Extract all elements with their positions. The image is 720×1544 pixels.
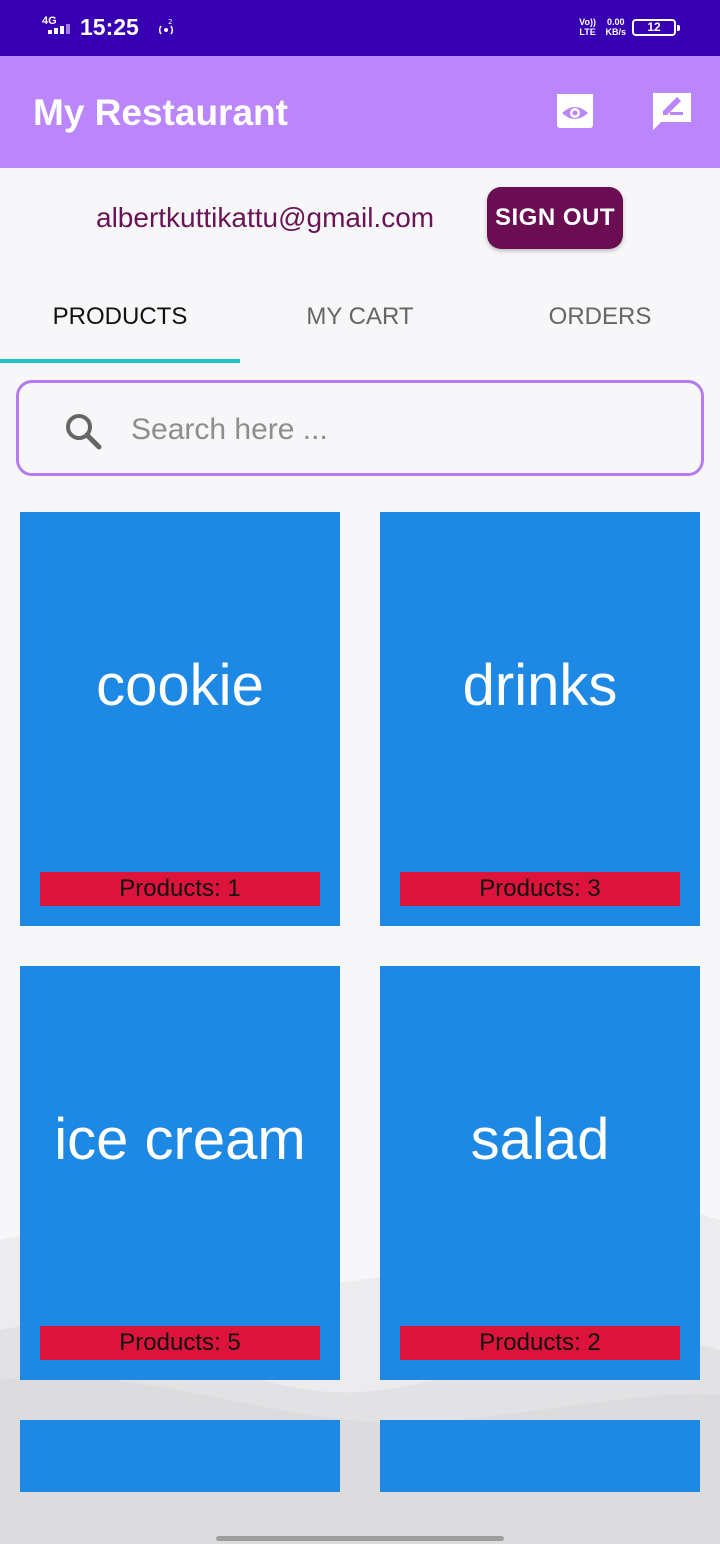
product-count-badge: Products: 2: [400, 1326, 680, 1360]
home-indicator[interactable]: [216, 1536, 504, 1541]
category-name: drinks: [462, 653, 618, 718]
category-card-drinks[interactable]: drinks Products: 3: [380, 512, 700, 926]
product-count-badge: Products: 5: [40, 1326, 320, 1360]
category-name: ice cream: [54, 1107, 306, 1172]
category-card-salad[interactable]: salad Products: 2: [380, 966, 700, 1380]
product-count-badge: Products: 1: [40, 872, 320, 906]
category-card-partial[interactable]: [20, 1420, 340, 1492]
category-name: cookie: [96, 653, 264, 718]
category-name: salad: [470, 1107, 610, 1172]
category-card-ice-cream[interactable]: ice cream Products: 5: [20, 966, 340, 1380]
product-count-badge: Products: 3: [400, 872, 680, 906]
category-card-partial[interactable]: [380, 1420, 700, 1492]
category-card-cookie[interactable]: cookie Products: 1: [20, 512, 340, 926]
category-grid: cookie Products: 1 drinks Products: 3 ic…: [0, 0, 720, 1544]
